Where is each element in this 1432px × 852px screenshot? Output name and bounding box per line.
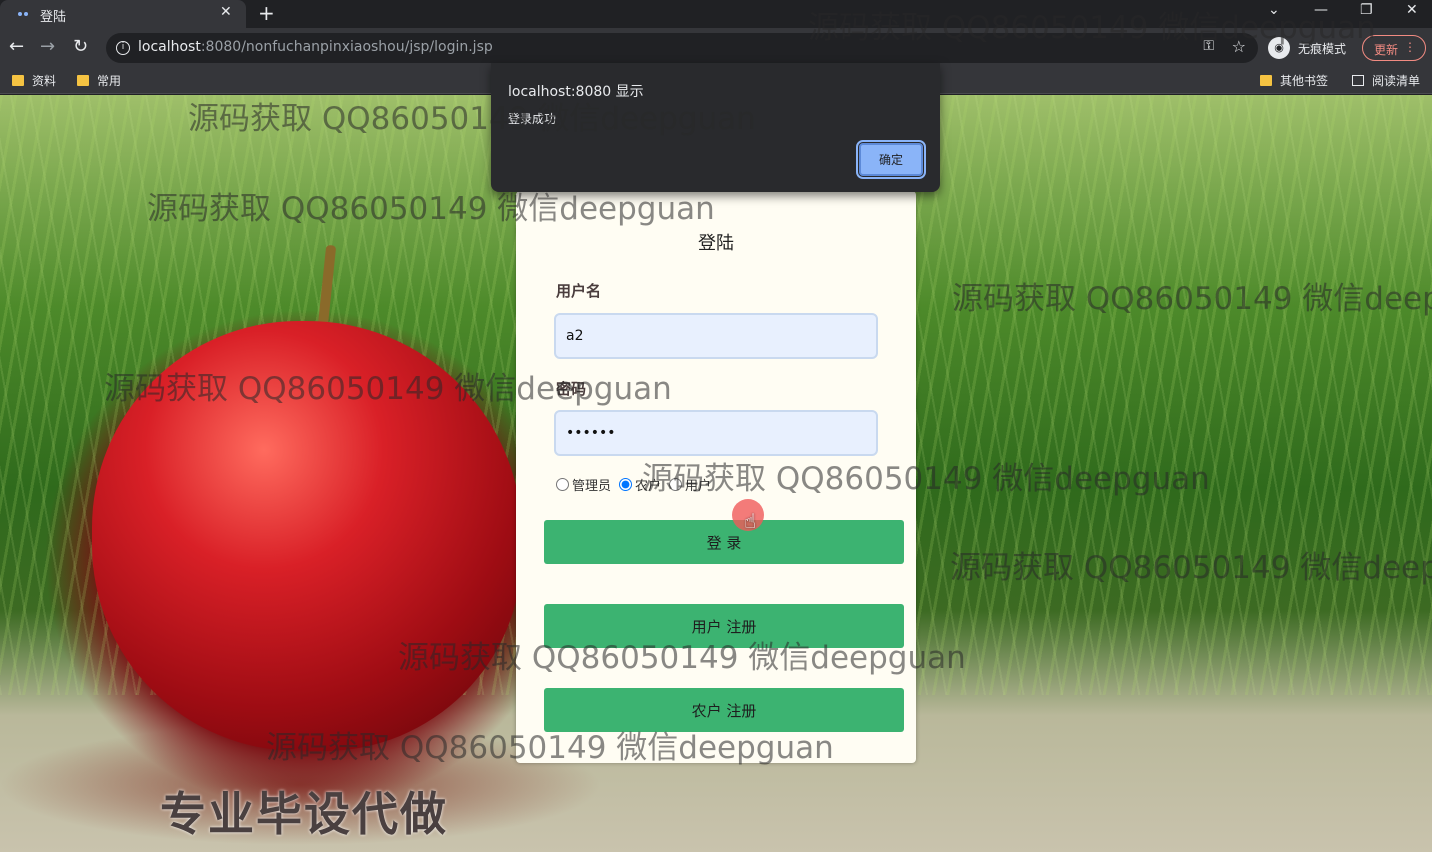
site-info-icon[interactable]: i — [116, 41, 130, 55]
menu-dots-icon[interactable]: ⋮ — [1404, 40, 1416, 54]
browser-tab[interactable]: 登陆 ✕ — [0, 0, 246, 28]
reading-list[interactable]: 阅读清单 — [1352, 72, 1420, 89]
reload-button[interactable]: ↻ — [73, 37, 88, 57]
new-tab-button[interactable]: + — [258, 1, 275, 25]
alert-message: 登录成功 — [508, 112, 557, 126]
page-viewport: 专业毕设代做 登陆 用户名 密码 管理员 农户 用户 登 录 用户 注册 农户 … — [0, 95, 1432, 852]
role-user-radio[interactable] — [669, 478, 683, 491]
folder-icon — [77, 75, 89, 86]
folder-icon — [12, 75, 24, 86]
other-bookmarks[interactable]: 其他书签 — [1260, 72, 1328, 89]
alert-title: localhost:8080 显示 — [508, 84, 644, 100]
password-input[interactable] — [554, 410, 878, 456]
bookmark-star-icon[interactable]: ☆ — [1232, 37, 1246, 56]
role-label: 农户 — [635, 479, 662, 494]
bookmark-folder[interactable]: 常用 — [77, 72, 121, 89]
tab-search-icon[interactable]: ⌄ — [1268, 2, 1280, 18]
hand-cursor-icon: ☝ — [744, 509, 757, 533]
back-button[interactable]: ← — [9, 37, 24, 57]
tab-strip: 登陆 ✕ + ⌄ — ❐ ✕ — [0, 0, 1432, 28]
browser-toolbar: ← → ↻ i localhost:8080/nonfuchanpinxiaos… — [0, 28, 1432, 68]
role-selector: 管理员 农户 用户 — [556, 475, 719, 494]
alert-ok-button[interactable]: 确定 — [856, 140, 926, 179]
role-farmer-radio[interactable] — [619, 478, 633, 491]
reading-list-icon — [1352, 75, 1364, 86]
promo-text: 专业毕设代做 — [160, 787, 448, 841]
bookmark-label: 常用 — [97, 74, 122, 88]
username-label: 用户名 — [556, 282, 602, 300]
username-input[interactable] — [554, 313, 878, 359]
other-bookmarks-label: 其他书签 — [1280, 74, 1329, 88]
farmer-register-button[interactable]: 农户 注册 — [544, 688, 904, 732]
password-label: 密码 — [556, 380, 587, 398]
login-button[interactable]: 登 录 — [544, 520, 904, 564]
minimize-button[interactable]: — — [1314, 2, 1328, 18]
user-register-button[interactable]: 用户 注册 — [544, 604, 904, 648]
restore-button[interactable]: ❐ — [1360, 2, 1373, 18]
url-path: :8080/nonfuchanpinxiaoshou/jsp/login.jsp — [200, 39, 493, 55]
alert-dialog: localhost:8080 显示 登录成功 确定 — [491, 63, 940, 192]
update-label: 更新 — [1374, 43, 1399, 57]
key-icon[interactable]: ⚿ — [1203, 38, 1214, 54]
login-form: 登陆 用户名 密码 管理员 农户 用户 登 录 用户 注册 农户 注册 — [516, 191, 916, 763]
url-host: localhost — [138, 39, 201, 55]
close-window-button[interactable]: ✕ — [1406, 2, 1418, 18]
update-button[interactable]: 更新 ⋮ — [1362, 35, 1426, 61]
reading-list-label: 阅读清单 — [1372, 74, 1421, 88]
login-title: 登陆 — [698, 233, 734, 254]
incognito-label: 无痕模式 — [1298, 41, 1347, 56]
loading-icon — [18, 9, 32, 19]
role-admin[interactable]: 管理员 — [556, 475, 611, 494]
role-admin-radio[interactable] — [556, 478, 569, 491]
incognito-icon: ◉ — [1268, 37, 1290, 59]
tab-title: 登陆 — [40, 10, 67, 25]
url-text[interactable]: localhost:8080/nonfuchanpinxiaoshou/jsp/… — [138, 39, 493, 55]
background-apple — [92, 321, 522, 751]
folder-icon — [1260, 75, 1272, 86]
bookmark-folder[interactable]: 资料 — [12, 72, 56, 89]
address-bar[interactable]: i localhost:8080/nonfuchanpinxiaoshou/js… — [106, 33, 1258, 63]
role-farmer[interactable]: 农户 — [619, 475, 661, 494]
incognito-indicator[interactable]: ◉ 无痕模式 — [1268, 37, 1346, 59]
forward-button[interactable]: → — [40, 37, 55, 57]
close-tab-icon[interactable]: ✕ — [220, 4, 232, 20]
role-user[interactable]: 用户 — [669, 475, 711, 494]
bookmark-label: 资料 — [32, 74, 57, 88]
role-label: 管理员 — [572, 479, 612, 494]
role-label: 用户 — [685, 479, 712, 494]
